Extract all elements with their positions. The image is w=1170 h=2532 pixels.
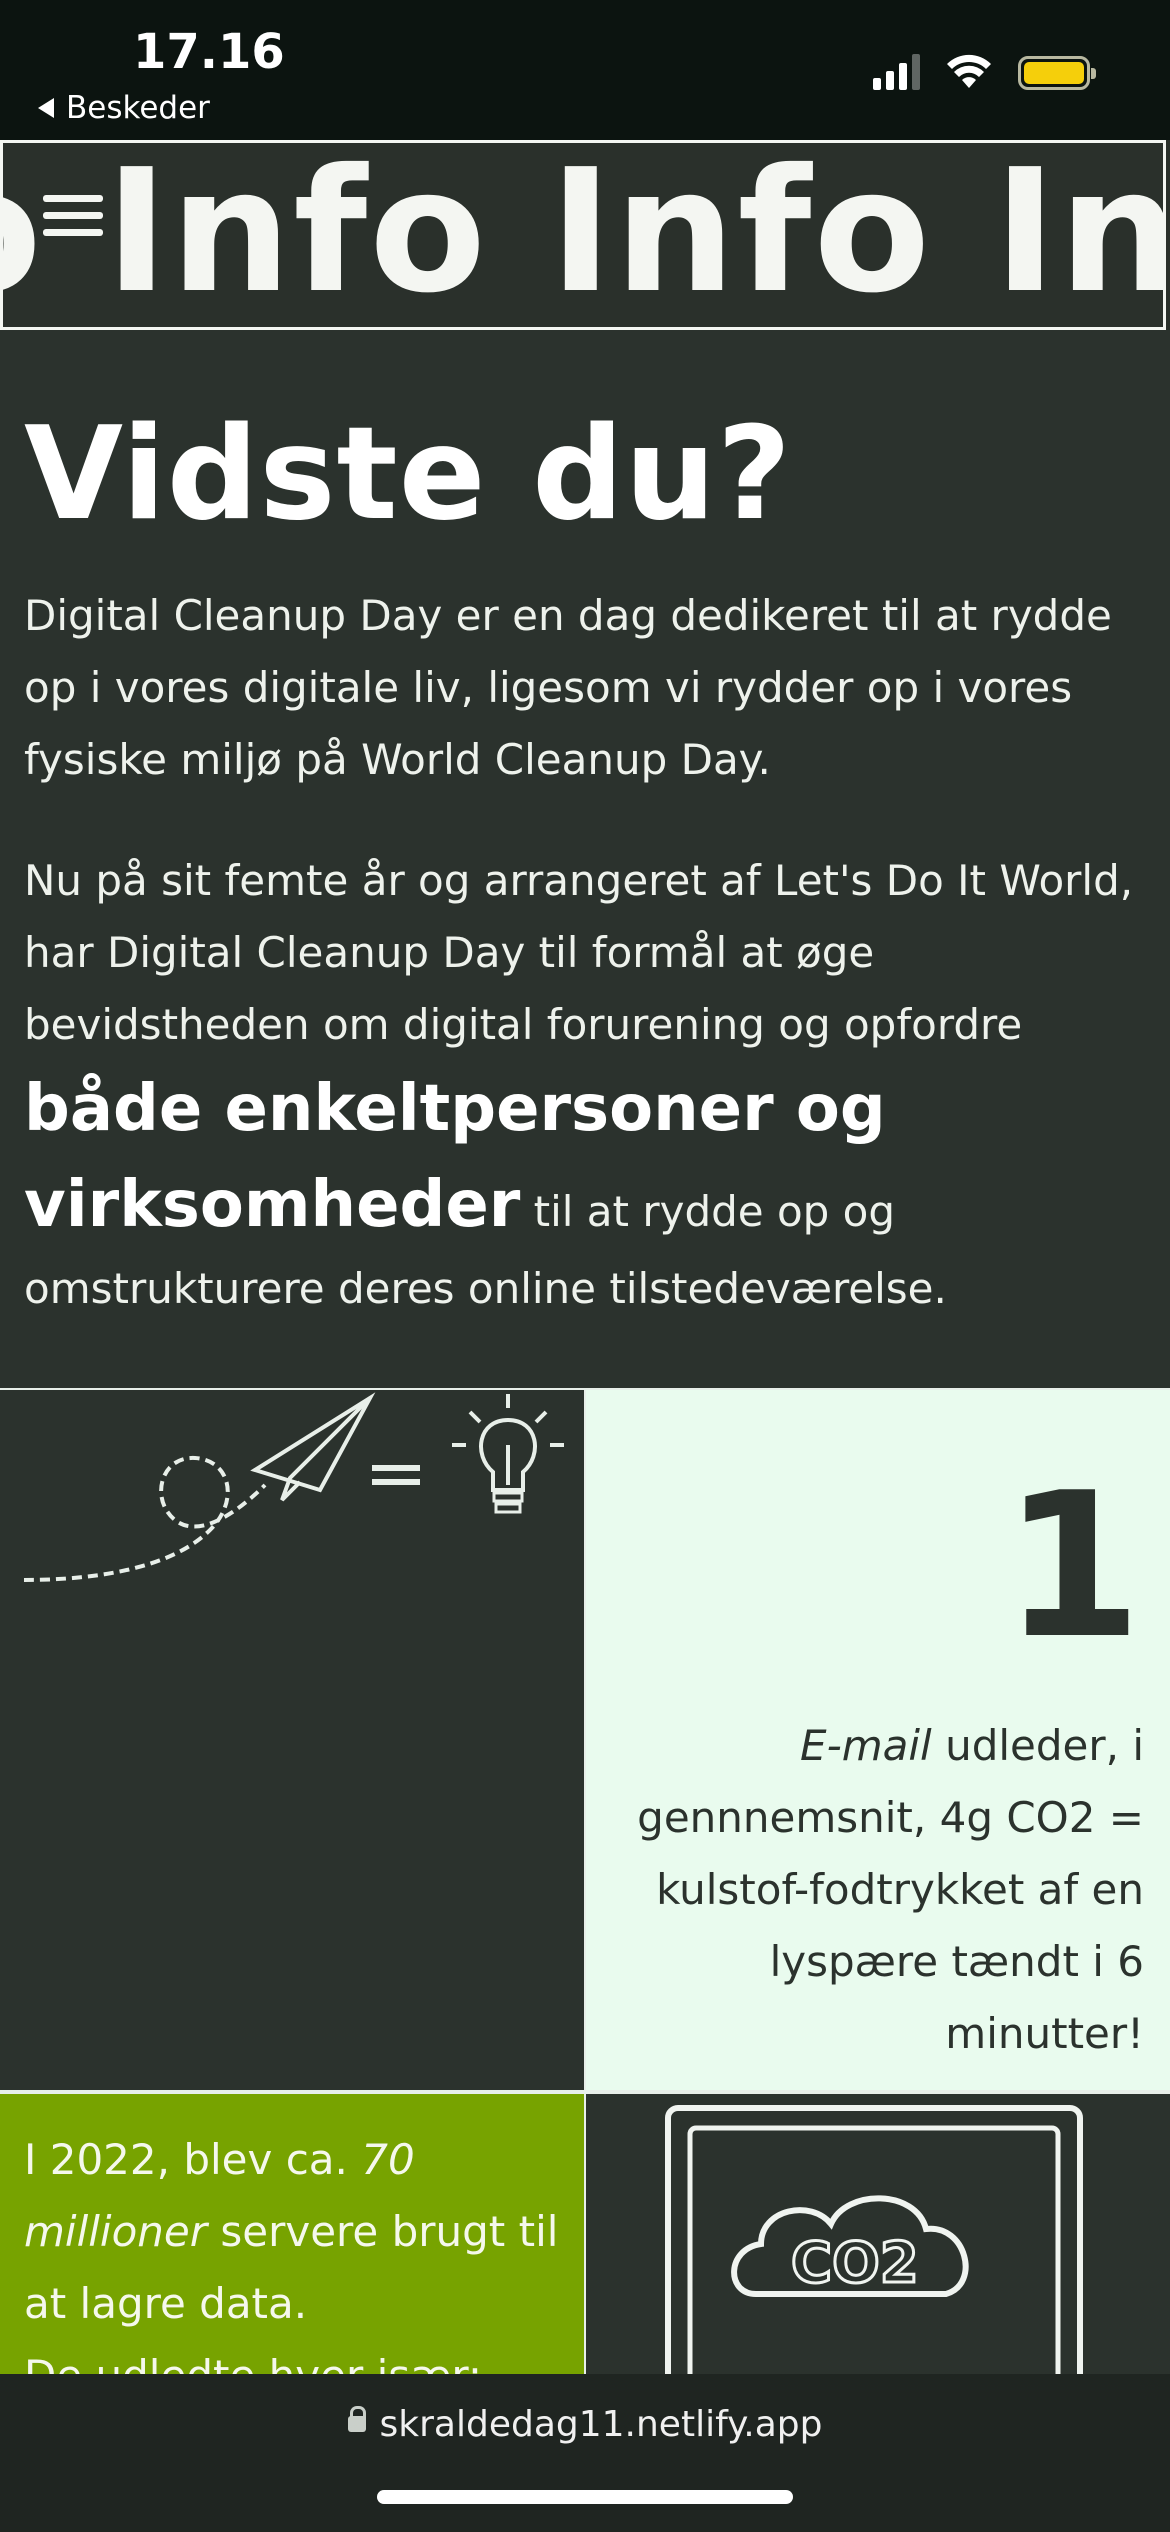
wifi-icon bbox=[947, 54, 991, 88]
status-icons bbox=[873, 54, 1096, 90]
intro-section: Vidste du? Digital Cleanup Day er en dag… bbox=[0, 330, 1170, 1390]
intro-paragraph-2: Nu på sit femte år og arrangeret af Let'… bbox=[24, 845, 1144, 1325]
browser-address-bar[interactable]: skraldedag11.netlify.app bbox=[0, 2374, 1170, 2532]
fact-text-emphasis: E-mail bbox=[800, 1721, 932, 1770]
fact-card-email: 1 E-mail udleder, i gennnemsnit, 4g CO2 … bbox=[586, 1390, 1170, 2090]
url-display[interactable]: skraldedag11.netlify.app bbox=[0, 2404, 1170, 2445]
page-heading: Vidste du? bbox=[24, 400, 793, 549]
co2-laptop-illustration: CO2 bbox=[586, 2094, 1170, 2374]
battery-icon bbox=[1018, 56, 1096, 90]
fact-servers-text-c: De udledte hver især: bbox=[24, 2351, 482, 2374]
fact-servers-text-a: I 2022, blev ca. bbox=[24, 2135, 362, 2184]
lock-icon bbox=[347, 2406, 366, 2432]
home-indicator[interactable] bbox=[377, 2490, 793, 2504]
fact-number: 1 bbox=[1002, 1450, 1142, 1683]
marquee-text: o Info Info Info Info bbox=[3, 140, 1166, 330]
status-bar: 17.16 Beskeder bbox=[0, 0, 1170, 140]
back-link-label: Beskeder bbox=[66, 90, 210, 126]
fact-servers-text: I 2022, blev ca. 70 millioner servere br… bbox=[24, 2124, 584, 2374]
co2-label: CO2 bbox=[791, 2231, 919, 2296]
info-marquee-header: o Info Info Info Info bbox=[0, 140, 1166, 330]
lightbulb-icon bbox=[452, 1394, 564, 1514]
fact-text-rest: udleder, i gennnemsnit, 4g CO2 = kulstof… bbox=[637, 1721, 1144, 2058]
back-arrow-icon bbox=[38, 98, 54, 118]
back-to-messages-link[interactable]: Beskeder bbox=[38, 90, 210, 126]
fact-text: E-mail udleder, i gennnemsnit, 4g CO2 = … bbox=[584, 1710, 1144, 2070]
intro-paragraph-2-start: Nu på sit femte år og arrangeret af Let'… bbox=[24, 856, 1134, 1049]
intro-paragraph-1: Digital Cleanup Day er en dag dedikeret … bbox=[24, 591, 1112, 784]
hamburger-menu-icon[interactable] bbox=[43, 195, 103, 236]
url-text: skraldedag11.netlify.app bbox=[379, 2404, 823, 2445]
cellular-signal-icon bbox=[873, 54, 920, 90]
laptop-co2-icon: CO2 bbox=[665, 2105, 1083, 2374]
status-time: 17.16 bbox=[133, 24, 285, 80]
fact-card-servers: I 2022, blev ca. 70 millioner servere br… bbox=[0, 2094, 584, 2374]
paper-plane-lightbulb-illustration bbox=[0, 1390, 584, 2090]
